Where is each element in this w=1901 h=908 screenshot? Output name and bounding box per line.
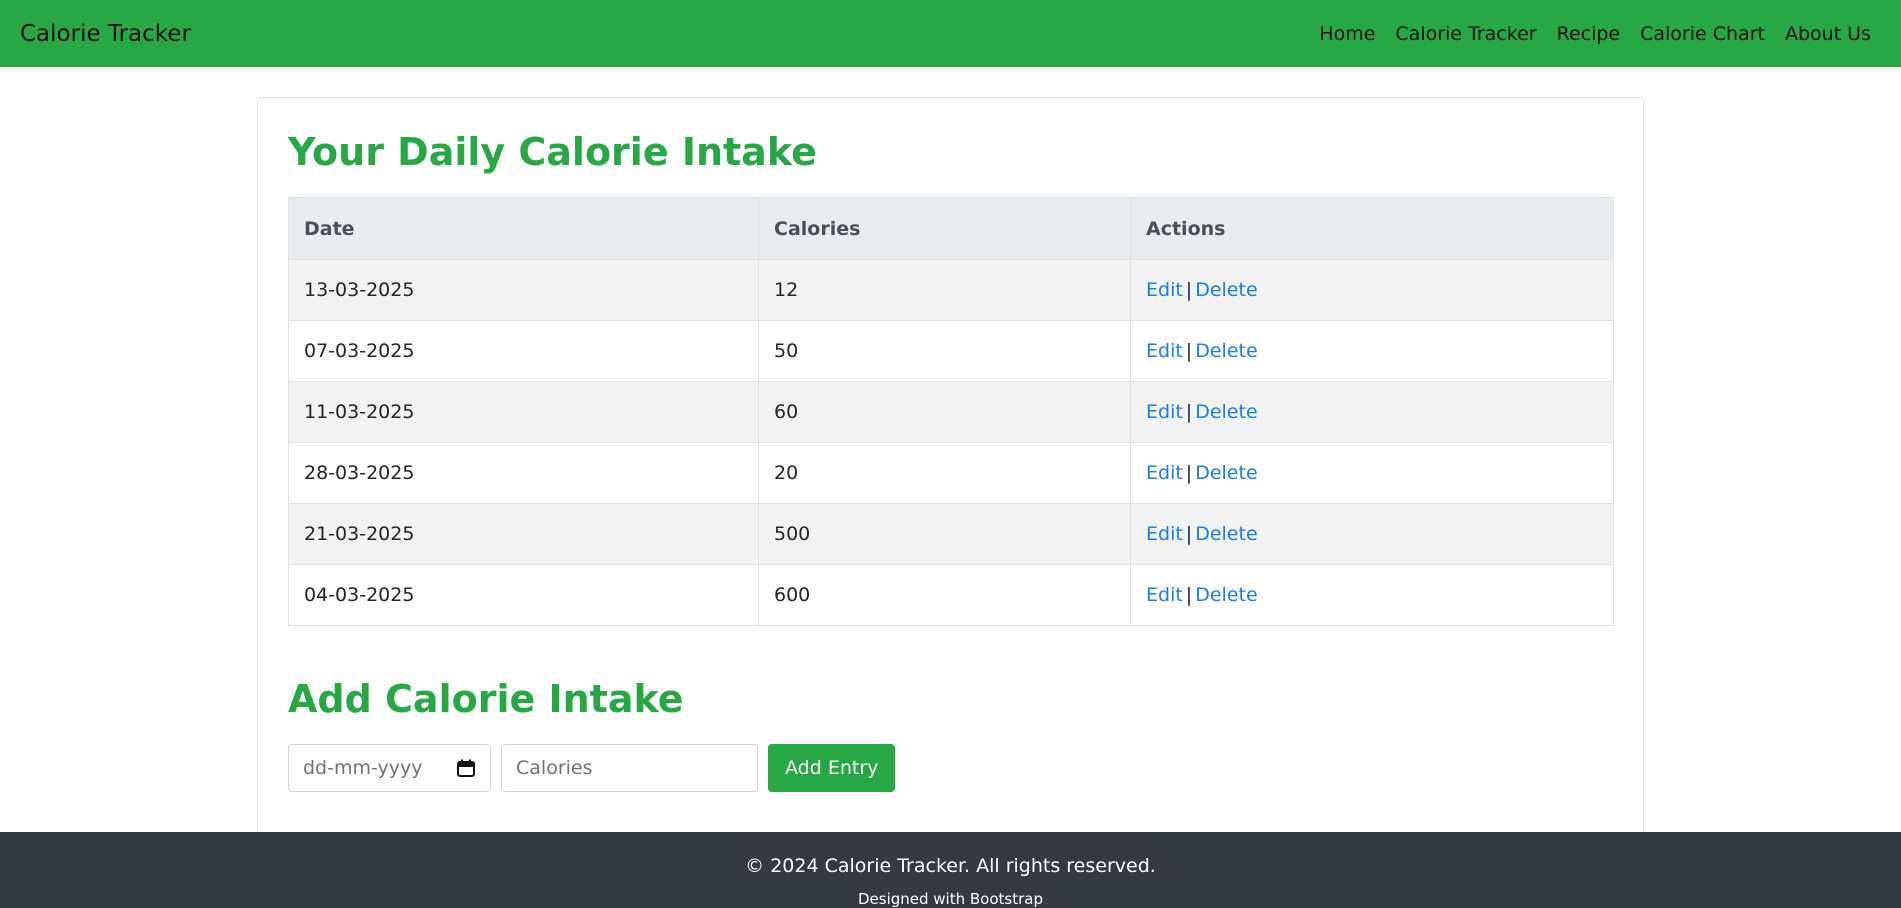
- header-actions: Actions: [1130, 197, 1614, 260]
- table-header-row: Date Calories Actions: [288, 197, 1614, 260]
- edit-link[interactable]: Edit: [1146, 401, 1183, 423]
- row-calories: 12: [758, 259, 1131, 321]
- date-placeholder: dd-mm-yyyy: [303, 757, 423, 779]
- action-separator: |: [1185, 401, 1193, 423]
- row-date: 28-03-2025: [288, 442, 759, 504]
- add-entry-button[interactable]: Add Entry: [768, 744, 896, 792]
- footer: © 2024 Calorie Tracker. All rights reser…: [0, 832, 1901, 908]
- action-separator: |: [1185, 279, 1193, 301]
- nav-links: Home Calorie Tracker Recipe Calorie Char…: [1309, 23, 1881, 45]
- row-calories: 50: [758, 320, 1131, 382]
- table-row: 21-03-2025 500 Edit | Delete: [288, 503, 1614, 565]
- intake-title: Your Daily Calorie Intake: [288, 130, 817, 174]
- row-actions: Edit | Delete: [1130, 564, 1614, 626]
- row-actions: Edit | Delete: [1130, 381, 1614, 443]
- edit-link[interactable]: Edit: [1146, 340, 1183, 362]
- add-intake-title: Add Calorie Intake: [288, 677, 684, 721]
- navbar: Calorie Tracker Home Calorie Tracker Rec…: [0, 0, 1901, 67]
- row-date: 04-03-2025: [288, 564, 759, 626]
- table-row: 11-03-2025 60 Edit | Delete: [288, 381, 1614, 443]
- table-row: 13-03-2025 12 Edit | Delete: [288, 259, 1614, 321]
- nav-home[interactable]: Home: [1309, 23, 1385, 45]
- action-separator: |: [1185, 340, 1193, 362]
- row-date: 21-03-2025: [288, 503, 759, 565]
- footer-copyright: © 2024 Calorie Tracker. All rights reser…: [745, 855, 1156, 877]
- row-date: 11-03-2025: [288, 381, 759, 443]
- brand-link[interactable]: Calorie Tracker: [20, 21, 191, 47]
- row-date: 07-03-2025: [288, 320, 759, 382]
- row-date: 13-03-2025: [288, 259, 759, 321]
- action-separator: |: [1185, 462, 1193, 484]
- table-row: 28-03-2025 20 Edit | Delete: [288, 442, 1614, 504]
- intake-table: Date Calories Actions 13-03-2025 12 Edit…: [288, 197, 1614, 626]
- calendar-icon[interactable]: [456, 758, 476, 778]
- action-separator: |: [1185, 523, 1193, 545]
- delete-link[interactable]: Delete: [1195, 462, 1257, 484]
- row-actions: Edit | Delete: [1130, 259, 1614, 321]
- edit-link[interactable]: Edit: [1146, 523, 1183, 545]
- header-calories: Calories: [758, 197, 1131, 260]
- nav-about-us[interactable]: About Us: [1775, 23, 1881, 45]
- add-entry-form: dd-mm-yyyy Add Entry: [288, 744, 896, 792]
- nav-recipe[interactable]: Recipe: [1547, 23, 1631, 45]
- delete-link[interactable]: Delete: [1195, 401, 1257, 423]
- row-calories: 60: [758, 381, 1131, 443]
- row-actions: Edit | Delete: [1130, 442, 1614, 504]
- table-row: 07-03-2025 50 Edit | Delete: [288, 320, 1614, 382]
- header-date: Date: [288, 197, 759, 260]
- delete-link[interactable]: Delete: [1195, 584, 1257, 606]
- delete-link[interactable]: Delete: [1195, 279, 1257, 301]
- calories-input[interactable]: [501, 744, 758, 792]
- row-actions: Edit | Delete: [1130, 320, 1614, 382]
- nav-calorie-chart[interactable]: Calorie Chart: [1630, 23, 1775, 45]
- main-card: Your Daily Calorie Intake Date Calories …: [257, 97, 1644, 857]
- row-calories: 500: [758, 503, 1131, 565]
- nav-calorie-tracker[interactable]: Calorie Tracker: [1385, 23, 1546, 45]
- table-row: 04-03-2025 600 Edit | Delete: [288, 564, 1614, 626]
- action-separator: |: [1185, 584, 1193, 606]
- row-actions: Edit | Delete: [1130, 503, 1614, 565]
- edit-link[interactable]: Edit: [1146, 279, 1183, 301]
- edit-link[interactable]: Edit: [1146, 462, 1183, 484]
- row-calories: 20: [758, 442, 1131, 504]
- delete-link[interactable]: Delete: [1195, 523, 1257, 545]
- row-calories: 600: [758, 564, 1131, 626]
- date-input[interactable]: dd-mm-yyyy: [288, 744, 491, 792]
- edit-link[interactable]: Edit: [1146, 584, 1183, 606]
- footer-designed-with: Designed with Bootstrap: [857, 890, 1043, 908]
- delete-link[interactable]: Delete: [1195, 340, 1257, 362]
